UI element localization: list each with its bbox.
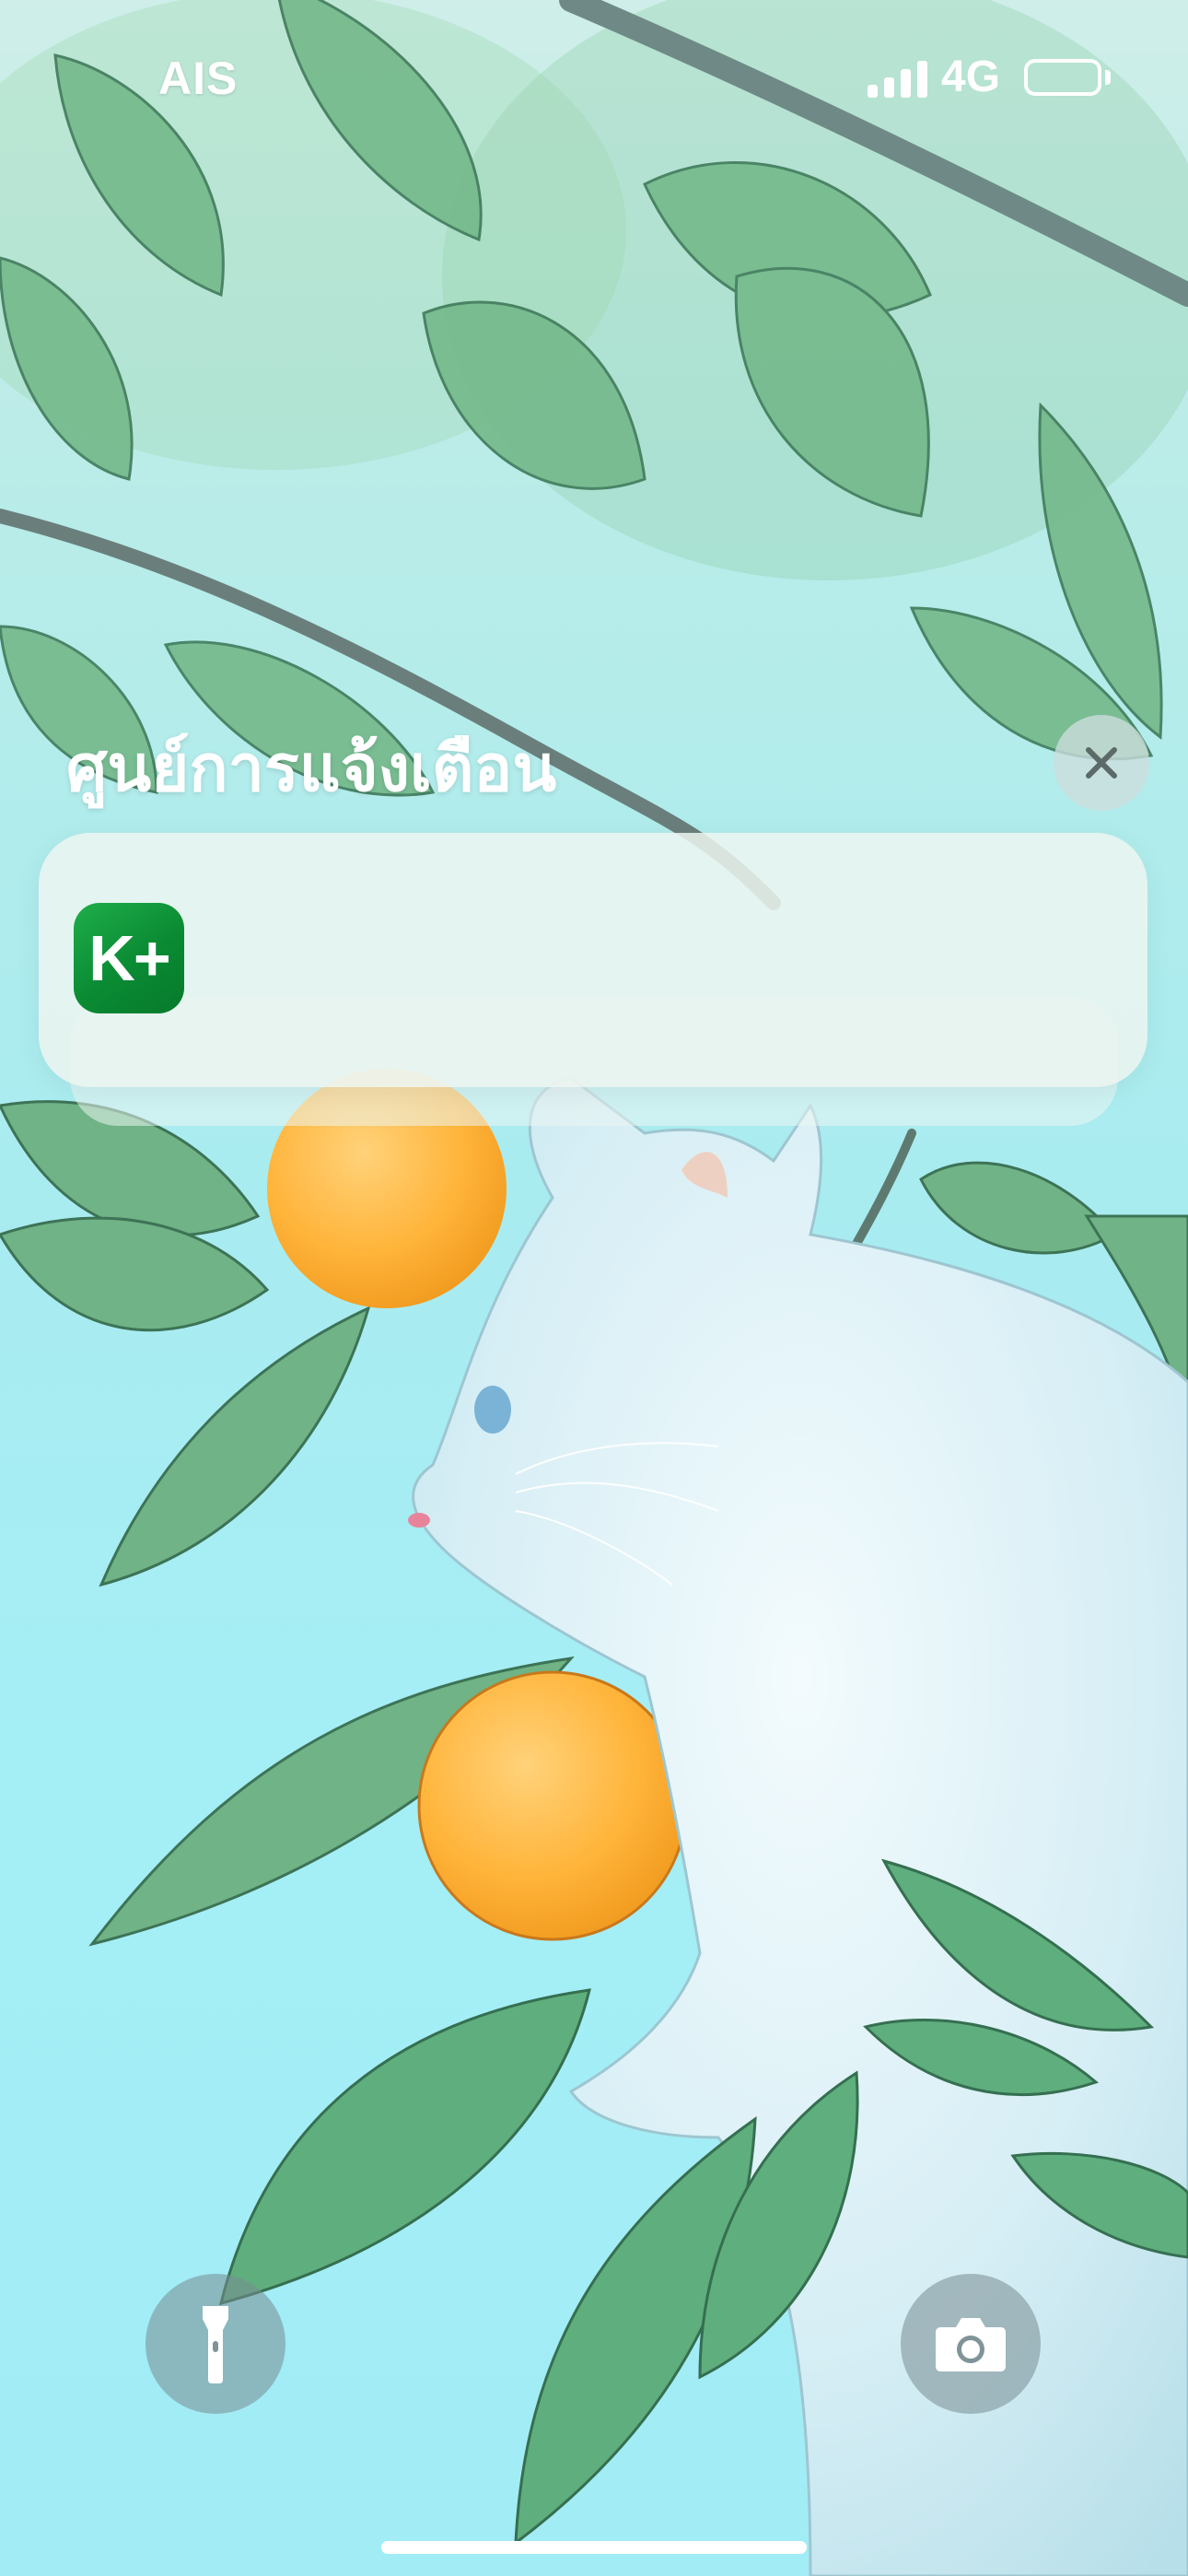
- carrier-name: AIS: [158, 53, 239, 104]
- notification-center-title: ศูนย์การแจ้งเตือน: [66, 731, 557, 806]
- notification-card[interactable]: K+: [39, 833, 1147, 1087]
- status-bar: AIS 4G: [0, 0, 1188, 147]
- battery-cap: [1105, 70, 1111, 85]
- flashlight-icon: [203, 2306, 228, 2383]
- close-icon: [1086, 747, 1117, 779]
- flashlight-button[interactable]: [146, 2274, 285, 2414]
- camera-button[interactable]: [901, 2274, 1041, 2414]
- home-indicator[interactable]: [381, 2541, 807, 2554]
- lock-screen-wallpaper: [0, 0, 1188, 2576]
- network-type: 4G: [941, 53, 1001, 101]
- clear-notifications-button[interactable]: [1054, 715, 1149, 811]
- battery-icon: [1024, 59, 1101, 96]
- kplus-app-icon: K+: [74, 903, 184, 1013]
- wallpaper-illustration: [0, 0, 1188, 2576]
- camera-icon: [936, 2318, 1006, 2371]
- cellular-signal-icon: [868, 59, 932, 98]
